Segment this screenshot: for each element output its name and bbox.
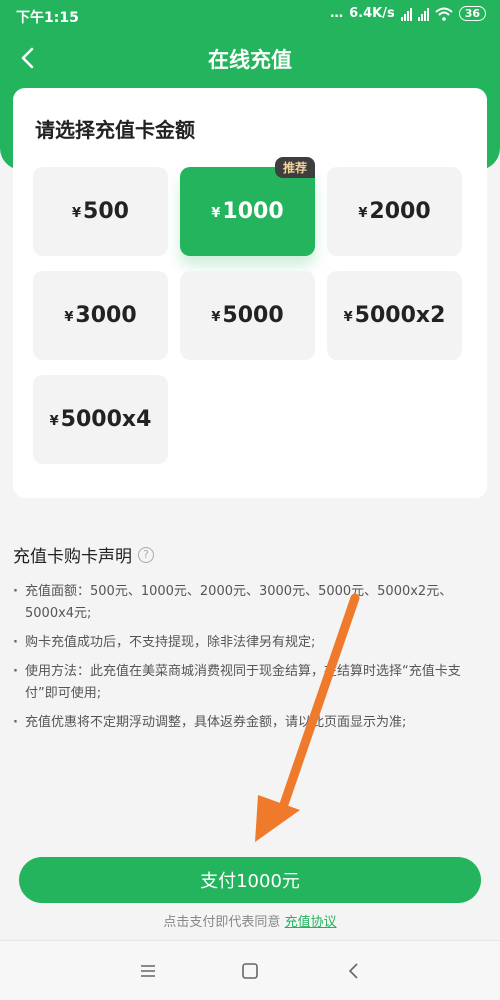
signal-icon <box>400 7 412 21</box>
declaration-item: 购卡充值成功后，不支持提现，除非法律另有规定; <box>13 632 488 654</box>
currency-symbol: ¥ <box>72 206 82 221</box>
home-icon[interactable] <box>240 961 260 981</box>
menu-icon[interactable] <box>138 961 158 981</box>
declaration-title-text: 充值卡购卡声明 <box>13 547 132 567</box>
page-title: 在线充值 <box>208 48 292 72</box>
network-speed: 6.4K/s <box>349 6 395 21</box>
amount-option-5000x4[interactable]: ¥5000x4 <box>33 375 168 464</box>
amount-label: 1000 <box>222 199 284 224</box>
agreement-link[interactable]: 充值协议 <box>285 915 337 930</box>
amount-option-2000[interactable]: ¥2000 <box>327 167 462 256</box>
currency-symbol: ¥ <box>211 310 221 325</box>
currency-symbol: ¥ <box>343 310 353 325</box>
amount-option-3000[interactable]: ¥3000 <box>33 271 168 360</box>
recommend-badge: 推荐 <box>274 157 315 178</box>
amount-card: 请选择充值卡金额 ¥500 推荐 ¥1000 ¥2000 ¥3000 ¥5000… <box>13 88 487 498</box>
amount-label: 3000 <box>75 303 137 328</box>
declaration-item: 充值优惠将不定期浮动调整，具体返券金额，请以此页面显示为准; <box>13 712 488 734</box>
pay-button[interactable]: 支付1000元 <box>19 857 481 903</box>
currency-symbol: ¥ <box>211 206 221 221</box>
nav-bar: 在线充值 <box>0 30 500 86</box>
amount-label: 500 <box>83 199 129 224</box>
declaration-item: 充值面额：500元、1000元、2000元、3000元、5000元、5000x2… <box>13 581 488 625</box>
agreement-line: 点击支付即代表同意 充值协议 <box>0 911 500 930</box>
status-right: … 6.4K/s 36 <box>330 6 486 21</box>
battery-icon: 36 <box>458 6 486 21</box>
amount-label: 5000x2 <box>354 303 446 328</box>
amount-label: 5000 <box>222 303 284 328</box>
currency-symbol: ¥ <box>358 206 368 221</box>
currency-symbol: ¥ <box>64 310 74 325</box>
declaration-list: 充值面额：500元、1000元、2000元、3000元、5000元、5000x2… <box>13 581 488 741</box>
amount-option-1000[interactable]: 推荐 ¥1000 <box>180 157 315 256</box>
system-nav-bar <box>0 940 500 1000</box>
amount-option-5000[interactable]: ¥5000 <box>180 271 315 360</box>
dots-icon: … <box>330 6 344 21</box>
amount-label: 2000 <box>369 199 431 224</box>
amount-label: 5000x4 <box>60 407 152 432</box>
currency-symbol: ¥ <box>49 414 59 429</box>
agreement-text: 点击支付即代表同意 <box>163 915 281 930</box>
back-nav-icon[interactable] <box>344 961 364 981</box>
card-title: 请选择充值卡金额 <box>35 118 195 142</box>
declaration-item: 使用方法：此充值在美菜商城消费视同于现金结算，在结算时选择“充值卡支付”即可使用… <box>13 661 488 705</box>
status-time: 下午1:15 <box>16 10 79 26</box>
amount-option-5000x2[interactable]: ¥5000x2 <box>327 271 462 360</box>
status-bar: 下午1:15 … 6.4K/s 36 <box>0 0 500 30</box>
amount-option-500[interactable]: ¥500 <box>33 167 168 256</box>
wifi-icon <box>435 7 453 21</box>
declaration-title: 充值卡购卡声明 ? <box>13 542 154 567</box>
signal-icon-2 <box>417 7 429 21</box>
question-circle-icon[interactable]: ? <box>138 546 154 563</box>
